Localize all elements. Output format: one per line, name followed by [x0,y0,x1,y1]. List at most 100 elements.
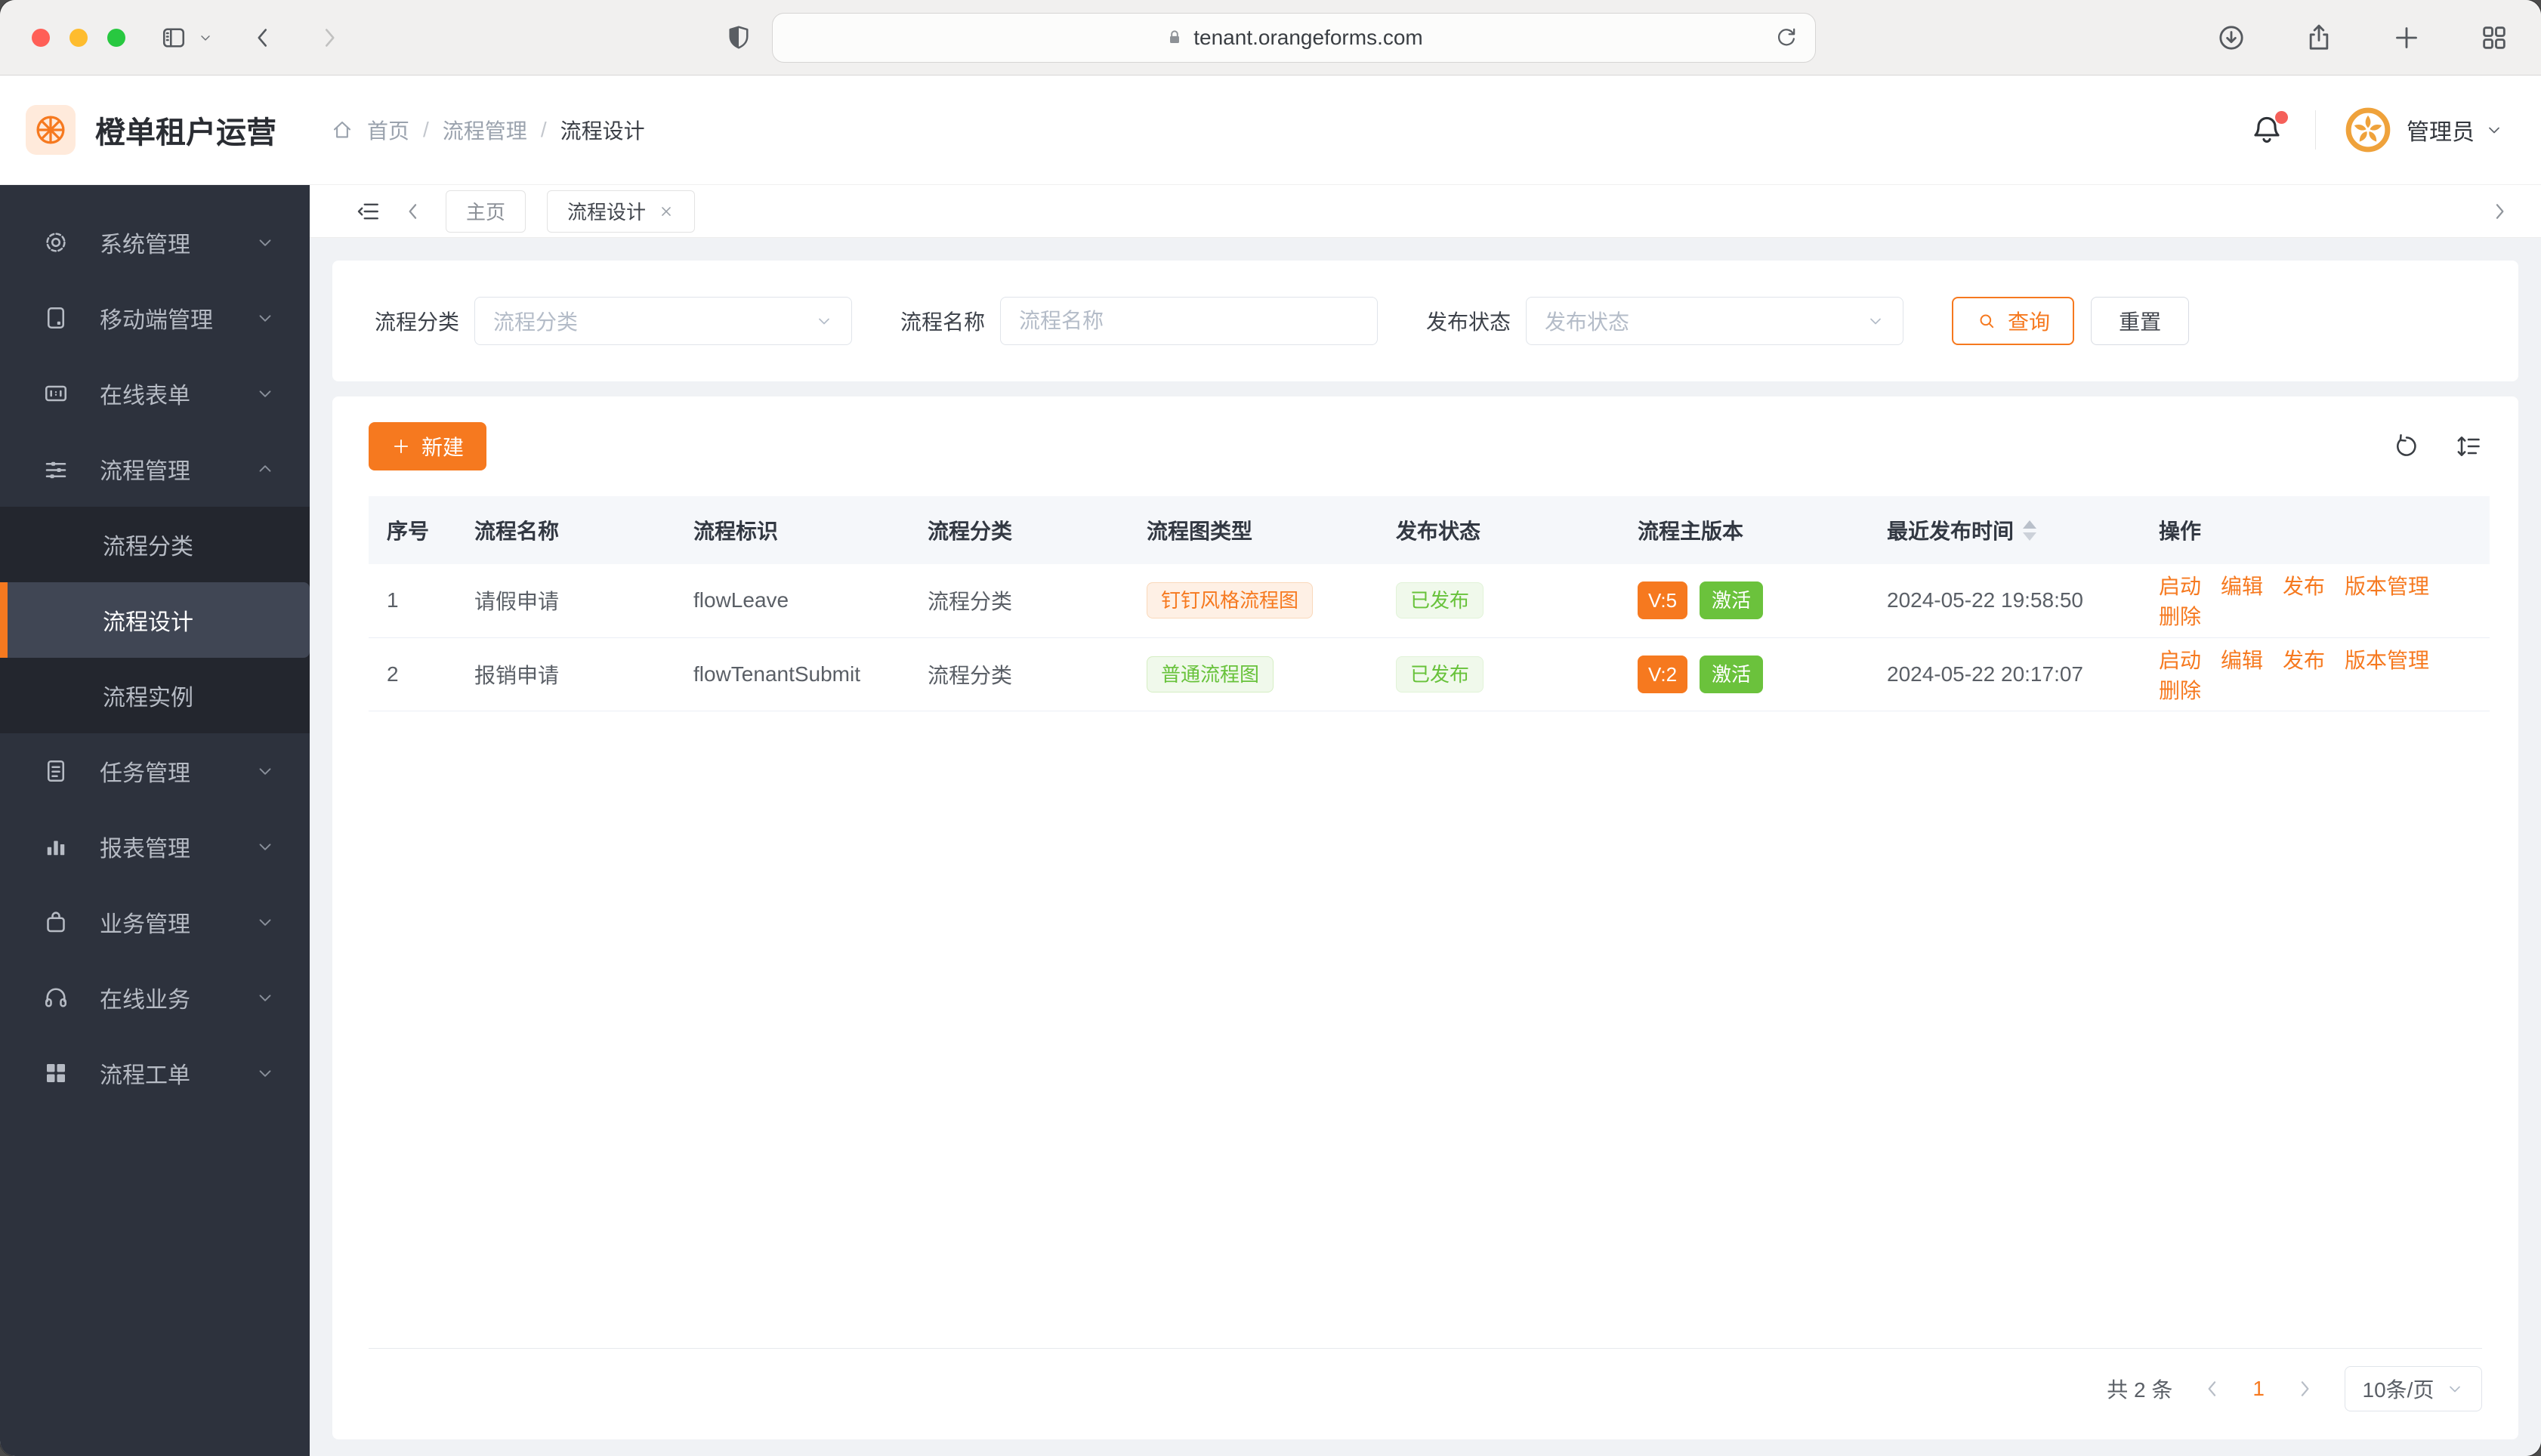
close-icon[interactable] [658,203,675,220]
tab-bar: 主页 流程设计 [310,185,2541,238]
sidebar-item-label: 业务管理 [100,912,190,937]
process-category: 流程分类 [912,637,1132,711]
sidebar-item-label: 流程管理 [100,459,190,484]
process-name: 报销申请 [459,637,678,711]
sidebar-item-process-management[interactable]: 流程管理 [0,431,310,507]
process-name-input[interactable] [1000,297,1379,345]
table-header-row: 序号 流程名称 流程标识 流程分类 流程图类型 发布状态 流程主版本 最近发布时间 操作 [369,496,2490,564]
chevron-down-icon [1866,312,1885,330]
version-cell: V:5 激活 [1622,564,1872,638]
page-size-select[interactable]: 10条/页 [2345,1366,2482,1411]
pagination-total: 共 2 条 [2107,1378,2173,1402]
back-button[interactable] [249,24,276,51]
share-icon[interactable] [2304,23,2334,53]
publish-link[interactable]: 发布 [2283,575,2325,598]
sortable-column-header[interactable]: 最近发布时间 [1887,515,2129,545]
chevron-down-icon [255,837,275,856]
avatar[interactable] [2345,106,2391,153]
process-category: 流程分类 [912,564,1132,638]
chart-icon [42,833,69,860]
publish-status-select[interactable]: 发布状态 [1526,297,1904,345]
publish-status-cell: 已发布 [1381,564,1622,638]
reload-icon[interactable] [1774,26,1798,50]
active-tag: 激活 [1700,655,1764,693]
chevron-down-icon [255,761,275,781]
table-toolbar: 新建 [369,422,2482,470]
sidebar-subitem-process-category[interactable]: 流程分类 [0,507,310,582]
filter-group-process-name: 流程名称 [900,297,1379,345]
breadcrumb-item-current: 流程设计 [560,119,645,143]
table-row: 1 请假申请 flowLeave 流程分类 钉钉风格流程图 已发布 V:5 激活 2024-05… [369,564,2490,638]
notification-bell-icon[interactable] [2250,111,2288,147]
start-link[interactable]: 启动 [2159,649,2201,672]
tab-overview-icon[interactable] [2479,23,2509,53]
sidebar-item-business-management[interactable]: 业务管理 [0,884,310,960]
sidebar-item-label: 在线表单 [100,384,190,409]
prev-page-button[interactable] [2201,1377,2224,1400]
tab-process-design[interactable]: 流程设计 [547,190,696,233]
home-icon[interactable] [331,119,354,141]
sort-caret[interactable] [2023,520,2037,541]
sidebar-subitem-label: 流程实例 [103,686,193,711]
search-button[interactable]: 查询 [1952,297,2075,345]
window-controls [32,28,125,47]
flow-icon [42,455,69,483]
current-page[interactable]: 1 [2252,1377,2265,1401]
delete-link[interactable]: 删除 [2159,605,2201,628]
sidebar-item-online-forms[interactable]: 在线表单 [0,356,310,431]
delete-link[interactable]: 删除 [2159,679,2201,702]
sidebar-item-process-workorder[interactable]: 流程工单 [0,1035,310,1111]
minimize-window-button[interactable] [69,28,88,47]
address-bar[interactable]: tenant.orangeforms.com [772,12,1816,63]
version-cell: V:2 激活 [1622,637,1872,711]
chevron-down-icon[interactable] [2485,121,2503,139]
sidebar-subitem-process-instance[interactable]: 流程实例 [0,658,310,733]
sidebar-item-mobile-management[interactable]: 移动端管理 [0,280,310,356]
tabs-scroll-left-icon[interactable] [402,200,425,223]
app-header: 橙单租户运营 首页 / 流程管理 / 流程设计 管理员 [0,76,2541,185]
diagram-type-tag: 普通流程图 [1147,656,1274,693]
sidebar-subitem-process-design[interactable]: 流程设计 [0,582,310,658]
sidebar-item-online-business[interactable]: 在线业务 [0,960,310,1035]
sort-ascending-caret[interactable] [2023,520,2037,529]
forward-button[interactable] [316,24,343,51]
tabs-scroll-right-icon[interactable] [2488,200,2511,223]
close-window-button[interactable] [32,28,50,47]
next-page-button[interactable] [2293,1377,2316,1400]
breadcrumb-item[interactable]: 流程管理 [443,115,527,145]
sidebar-item-report-management[interactable]: 报表管理 [0,809,310,884]
downloads-icon[interactable] [2216,23,2246,53]
table-panel: 新建 序号 流程名称 流程标识 流程分类 流程图类型 发布状态 流程主版本 最近… [332,396,2518,1439]
filter-label: 流程分类 [375,310,460,334]
column-header: 操作 [2144,496,2490,564]
publish-link[interactable]: 发布 [2283,649,2325,672]
reset-button[interactable]: 重置 [2091,297,2190,345]
breadcrumb-item[interactable]: 首页 [367,115,409,145]
column-header: 发布状态 [1381,496,1622,564]
refresh-table-icon[interactable] [2393,433,2420,460]
chevron-down-icon [255,988,275,1007]
process-key: flowLeave [678,564,912,638]
process-category-select[interactable]: 流程分类 [474,297,853,345]
version-manage-link[interactable]: 版本管理 [2345,575,2429,598]
create-button[interactable]: 新建 [369,422,487,470]
sidebar-item-system-management[interactable]: 系统管理 [0,205,310,280]
edit-link[interactable]: 编辑 [2221,649,2263,672]
row-density-icon[interactable] [2455,433,2482,460]
zoom-window-button[interactable] [107,28,125,47]
collapse-menu-icon[interactable] [355,199,381,224]
chevron-down-icon[interactable] [198,30,213,45]
sidebar-item-task-management[interactable]: 任务管理 [0,733,310,809]
edit-link[interactable]: 编辑 [2221,575,2263,598]
sort-descending-caret[interactable] [2023,532,2037,541]
tab-home[interactable]: 主页 [446,190,526,233]
new-tab-icon[interactable] [2391,23,2422,53]
privacy-shield-icon[interactable] [725,24,752,51]
start-link[interactable]: 启动 [2159,575,2201,598]
filter-label: 发布状态 [1426,310,1511,334]
sidebar-toggle-icon[interactable] [160,24,187,51]
version-manage-link[interactable]: 版本管理 [2345,649,2429,672]
user-name[interactable]: 管理员 [2407,113,2475,147]
sidebar-subitem-label: 流程设计 [103,610,193,635]
select-placeholder: 发布状态 [1545,310,1630,334]
